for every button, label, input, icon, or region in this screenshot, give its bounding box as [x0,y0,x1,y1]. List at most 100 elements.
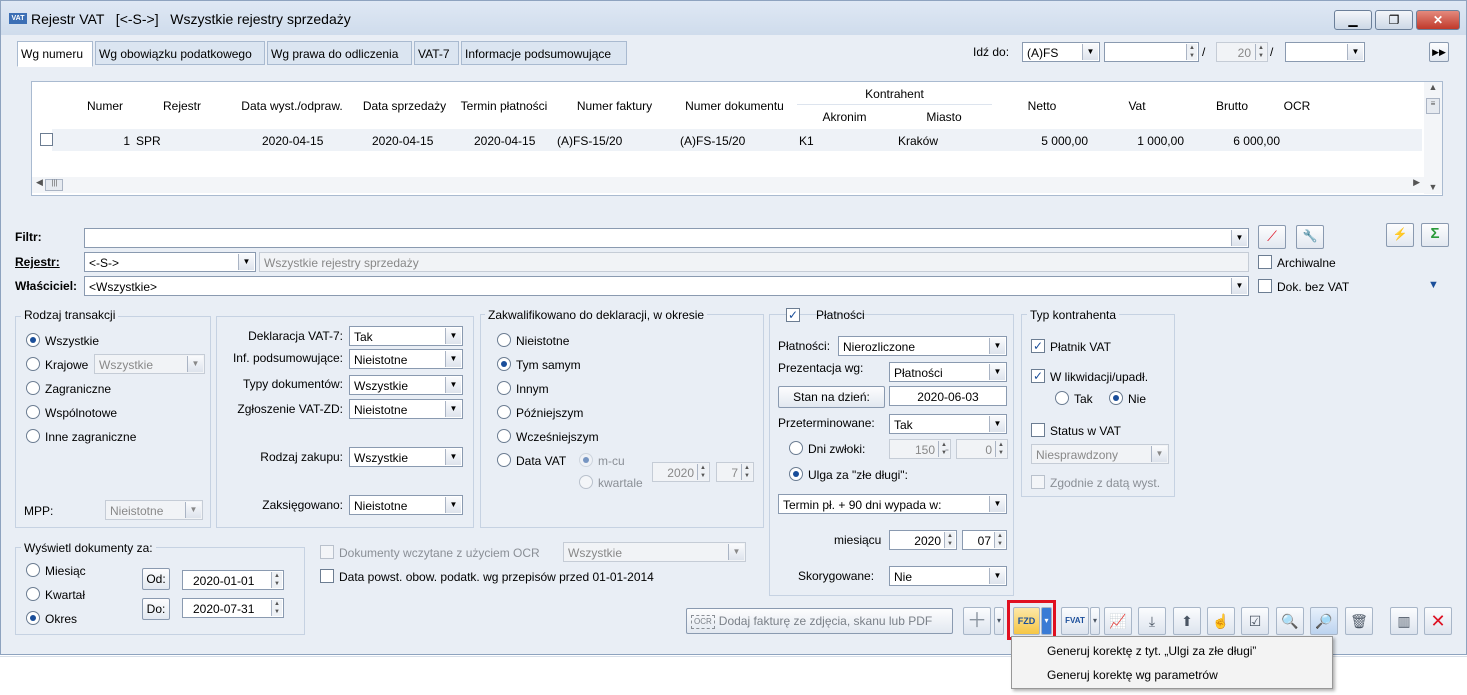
chevron-down-icon[interactable]: ▼ [728,544,744,560]
ocr-docs-checkbox[interactable] [320,545,334,559]
approve-icon[interactable]: ☑ [1241,607,1269,635]
expand-button[interactable]: ▶▶ [1429,42,1449,62]
do-date-input[interactable]: 2020-07-31 ▲ ▼ [182,598,284,618]
add-button[interactable]: ＋ [963,607,991,635]
chevron-down-icon[interactable]: ▼ [445,401,461,417]
row-checkbox[interactable] [40,133,53,146]
fvat-dropdown-button[interactable]: ▾ [1090,607,1100,635]
radio-mcu[interactable] [579,453,593,467]
spinner-icon[interactable]: ▲ ▼ [271,572,282,588]
mpp-select[interactable]: Nieistotne ▼ [105,500,203,520]
likwidacja-checkbox[interactable]: ✓ [1031,369,1045,383]
chevron-down-icon[interactable]: ▼ [185,502,201,518]
radio-dni-zwloki[interactable] [789,441,803,455]
chevron-down-icon[interactable]: ▼ [1082,44,1098,60]
przet-select[interactable]: Tak ▼ [889,414,1007,434]
maximize-button[interactable]: ❐ [1375,10,1413,30]
radio-nie[interactable] [1109,391,1123,405]
zgl-select[interactable]: Nieistotne ▼ [349,399,463,419]
radio-ulga[interactable] [789,467,803,481]
post-icon[interactable]: ☝ [1207,607,1235,635]
close-window-icon[interactable]: ✕ [1424,607,1452,635]
col-vat[interactable]: Vat [1092,99,1182,113]
od-button[interactable]: Od: [142,568,170,590]
plat-select[interactable]: Nierozliczone ▼ [838,336,1007,356]
chevron-down-icon[interactable]: ▼ [445,328,461,344]
add-invoice-ocr-button[interactable]: OCR Dodaj fakturę ze zdjęcia, skanu lub P… [686,608,953,634]
zgodnie-checkbox[interactable] [1031,475,1045,489]
filter-settings-button[interactable]: 🔧 [1296,225,1324,249]
generate-correction-fzd-button[interactable]: FZD [1013,607,1040,635]
goto-series-select[interactable]: (A)FS ▼ [1022,42,1100,62]
tab-wg-obowiazku[interactable]: Wg obowiązku podatkowego [95,41,265,65]
radio-wczesniejszym[interactable] [497,429,511,443]
import-document-icon[interactable]: ⤓ [1138,607,1166,635]
goto-last-select[interactable]: ▼ [1285,42,1365,62]
fvat-button[interactable]: FVAT [1061,607,1089,635]
stan-date-input[interactable]: 2020-06-03 [889,386,1007,406]
prez-select[interactable]: Płatności ▼ [889,362,1007,382]
typy-select[interactable]: Wszystkie ▼ [349,375,463,395]
platnik-vat-checkbox[interactable]: ✓ [1031,339,1045,353]
spinner-icon[interactable]: ▲ ▼ [271,600,282,616]
radio-wspolnotowe[interactable] [26,405,40,419]
tab-wg-numeru[interactable]: Wg numeru [17,41,93,67]
dok-bez-vat-checkbox[interactable] [1258,279,1272,293]
col-akronim[interactable]: Akronim [797,110,892,124]
spinner-icon[interactable]: ▲ ▼ [1186,44,1197,60]
chevron-down-icon[interactable]: ▼ [1231,278,1247,294]
collapse-arrow-icon[interactable]: ▼ [1428,279,1439,291]
chevron-down-icon[interactable]: ▼ [989,496,1005,512]
chevron-down-icon[interactable]: ▼ [445,449,461,465]
rok-input[interactable]: 2020 ▲ ▼ [652,462,710,482]
dni-to-input[interactable]: 0 ▲ ▼ [956,439,1008,459]
columns-icon[interactable]: ▥ [1390,607,1418,635]
radio-kwartal[interactable] [26,587,40,601]
preview-icon[interactable]: 🔎 [1310,607,1338,635]
col-termin[interactable]: Termin płatności [454,99,554,113]
spinner-icon[interactable]: ▲ ▼ [994,532,1005,548]
chevron-down-icon[interactable]: ▼ [1151,446,1167,462]
radio-inne-zagraniczne[interactable] [26,429,40,443]
col-rejestr[interactable]: Rejestr [142,99,222,113]
spinner-icon[interactable]: ▲ ▼ [944,532,955,548]
close-button[interactable]: ✕ [1416,10,1460,30]
termin-select[interactable]: Termin pł. + 90 dni wypada w: ▼ [778,494,1007,514]
do-button[interactable]: Do: [142,598,170,620]
radio-tak[interactable] [1055,391,1069,405]
radio-nieistotne[interactable] [497,333,511,347]
status-vat-checkbox[interactable] [1031,423,1045,437]
dni-from-input[interactable]: 150 ▲ ▼ [889,439,951,459]
search-icon[interactable]: 🔍 [1276,607,1304,635]
chevron-down-icon[interactable]: ▼ [1347,44,1363,60]
inf-select[interactable]: Nieistotne ▼ [349,349,463,369]
chevron-down-icon[interactable]: ▼ [187,356,203,372]
refresh-button[interactable]: ⚡ [1386,223,1414,247]
radio-okres[interactable] [26,611,40,625]
menu-item-ulga-correction[interactable]: Generuj korektę z tyt. „Ulgi za złe dług… [1047,644,1256,658]
col-miasto[interactable]: Miasto [894,110,994,124]
radio-pozniejszym[interactable] [497,405,511,419]
chevron-down-icon[interactable]: ▼ [445,497,461,513]
col-numer[interactable]: Numer [70,99,140,113]
platnosci-checkbox[interactable]: ✓ [786,308,800,322]
od-date-input[interactable]: 2020-01-01 ▲ ▼ [182,570,284,590]
radio-data-vat[interactable] [497,453,511,467]
skoryg-select[interactable]: Nie ▼ [889,566,1007,586]
archiwalne-checkbox[interactable] [1258,255,1272,269]
miesiacu-mc-input[interactable]: 07 ▲ ▼ [962,530,1007,550]
col-ocr[interactable]: OCR [1282,99,1312,113]
delete-icon[interactable]: 🗑 [1345,607,1373,635]
wlasciciel-select[interactable]: <Wszystkie> ▼ [84,276,1249,296]
chevron-down-icon[interactable]: ▼ [989,364,1005,380]
goto-number-input[interactable]: ▲ ▼ [1104,42,1199,62]
radio-innym[interactable] [497,381,511,395]
chevron-down-icon[interactable]: ▼ [989,568,1005,584]
miesiacu-rok-input[interactable]: 2020 ▲ ▼ [889,530,957,550]
radio-zagraniczne[interactable] [26,381,40,395]
stan-na-dzien-button[interactable]: Stan na dzień: [778,386,885,408]
col-nr-faktury[interactable]: Numer faktury [557,99,672,113]
filtr-input[interactable]: ▼ [84,228,1249,248]
sum-button[interactable]: Σ [1421,223,1449,247]
col-nr-dokumentu[interactable]: Numer dokumentu [677,99,792,113]
